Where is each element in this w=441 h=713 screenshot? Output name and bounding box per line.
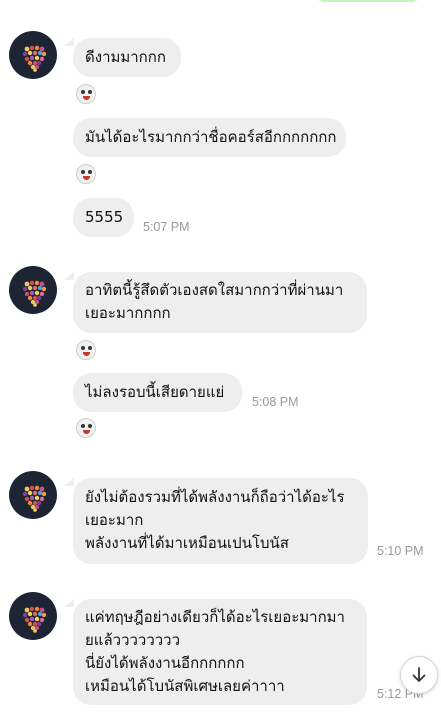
smiling-sticker[interactable] — [76, 84, 96, 104]
heart-mosaic-icon — [22, 280, 47, 307]
message-bubble[interactable]: มันได้อะไรมากกว่าชื่อคอร์สอีกกกกกกก — [73, 118, 346, 157]
sent-message-bubble-edge — [316, 0, 420, 2]
heart-mosaic-icon — [22, 606, 47, 633]
heart-mosaic-icon — [22, 45, 47, 72]
message-timestamp: 5:08 PM — [252, 395, 299, 409]
message-text: เยอะมาก — [85, 511, 144, 529]
avatar[interactable] — [9, 266, 57, 314]
arrow-down-icon — [412, 667, 426, 682]
message-text: เหมือนได้โบนัสพิเศษเลยค่าาาา — [85, 677, 285, 695]
message-text: ยังไม่ต้องรวมที่ได้พลังงานก็ถือว่าได้อะไ… — [85, 488, 345, 506]
avatar[interactable] — [9, 592, 57, 640]
avatar[interactable] — [9, 31, 57, 79]
message-text: ดีงามมากกก — [85, 48, 166, 66]
message-text: นี่ยังได้พลังงานอีกกกกกก — [85, 654, 245, 672]
message-bubble[interactable]: ยังไม่ต้องรวมที่ได้พลังงานก็ถือว่าได้อะไ… — [73, 478, 368, 564]
bubble-tail — [64, 478, 74, 486]
message-bubble[interactable]: ไม่ลงรอบนี้เสียดายแย่ — [73, 373, 242, 412]
bubble-tail — [64, 38, 74, 46]
surprised-sticker[interactable] — [76, 418, 96, 438]
laughing-sticker[interactable] — [76, 164, 96, 184]
avatar[interactable] — [9, 471, 57, 519]
message-text: เยอะมากกกก — [85, 304, 171, 322]
heart-mosaic-icon — [22, 485, 47, 512]
bubble-tail — [64, 599, 74, 607]
message-bubble[interactable]: ดีงามมากกก — [73, 38, 181, 77]
message-text: ไม่ลงรอบนี้เสียดายแย่ — [85, 383, 225, 401]
message-text: ยแล้วววววววว — [85, 631, 181, 649]
message-timestamp: 5:10 PM — [377, 544, 424, 558]
message-timestamp: 5:07 PM — [143, 220, 190, 234]
message-bubble[interactable]: อาทิตนี้รู้สึดตัวเองสดใสมากกว่าที่ผ่านมา… — [73, 272, 367, 333]
grinning-sticker[interactable] — [76, 340, 96, 360]
message-text: อาทิตนี้รู้สึดตัวเองสดใสมากกว่าที่ผ่านมา — [85, 281, 344, 299]
message-text: 5555 — [85, 208, 124, 226]
message-text: พลังงานที่ได้มาเหมือนเปนโบนัส — [85, 534, 289, 552]
bubble-tail — [64, 272, 74, 280]
message-text: แค่ทฤษฎีอย่างเดียวก็ได้อะไรเยอะมากมา — [85, 608, 345, 626]
scroll-to-bottom-button[interactable] — [400, 656, 438, 694]
message-bubble[interactable]: แค่ทฤษฎีอย่างเดียวก็ได้อะไรเยอะมากมา ยแล… — [73, 599, 367, 705]
message-text: มันได้อะไรมากกว่าชื่อคอร์สอีกกกกกกก — [85, 128, 337, 146]
message-bubble[interactable]: 5555 — [73, 198, 134, 237]
